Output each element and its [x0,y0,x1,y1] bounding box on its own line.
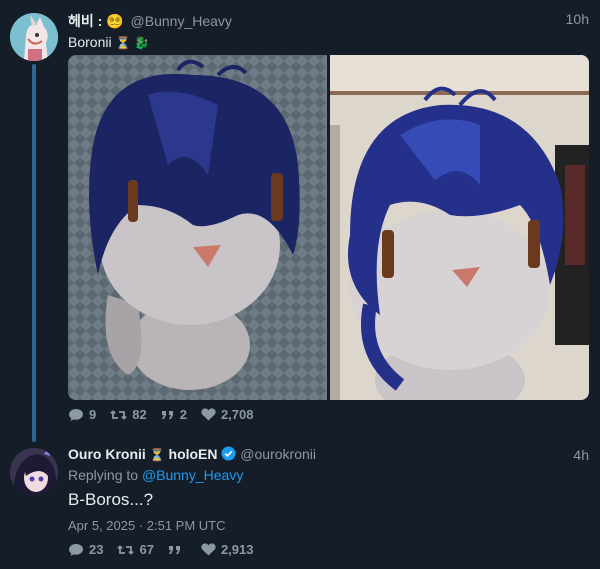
tweet-text: B-Boros...? [68,490,154,509]
like-count: 2,708 [220,407,254,422]
reply-count: 23 [89,542,104,557]
author-handle[interactable]: @Bunny_Heavy [131,13,232,29]
retweet-count: 67 [139,542,154,557]
replying-to-label: Replying to [68,467,139,483]
hourglass-icon: ⏳ [149,448,165,462]
retweet-button[interactable]: 82 [110,407,147,422]
quote-button[interactable]: 2 [161,407,187,422]
reply-icon [69,543,83,556]
author-name[interactable]: 헤비 : [68,13,102,29]
tweet-media[interactable] [68,55,589,400]
tweet-text-row: Boronii ⏳ 🐉 [68,34,149,50]
tweet-stats: 9 82 2 2,708 [68,407,267,422]
tweet-date[interactable]: Apr 5, 2025 · 2:51 PM UTC [68,518,226,533]
author-name-suffix[interactable]: holoEN [169,446,218,462]
like-button[interactable]: 2,913 [201,542,254,557]
photo-right[interactable] [330,55,589,400]
tweet-time[interactable]: 4h [573,447,589,463]
author-handle[interactable]: @ourokronii [240,446,316,462]
avatar-ourokronii[interactable] [10,448,58,496]
avatar-bunny-heavy[interactable] [10,13,58,61]
verified-icon [221,446,236,461]
quote-icon [161,410,173,419]
tweet-header: 헤비 : 😵‍💫 @Bunny_Heavy [68,11,232,31]
quote-icon [168,545,180,554]
like-icon [201,408,216,421]
like-button[interactable]: 2,708 [201,407,254,422]
dragon-icon: 🐉 [134,36,150,50]
like-count: 2,913 [220,542,254,557]
tweet-header: Ouro Kronii ⏳ holoEN @ourokronii [68,446,316,462]
tweet-time[interactable]: 10h [566,11,589,27]
quote-button[interactable] [168,544,187,556]
replying-to: Replying to @Bunny_Heavy [68,467,243,483]
retweet-icon [117,544,135,555]
tweet-original[interactable]: 헤비 : 😵‍💫 @Bunny_Heavy 10h Boronii ⏳ 🐉 [0,0,600,442]
tweet-text: Boronii [68,34,112,50]
retweet-button[interactable]: 67 [117,542,154,557]
tweet-stats: 23 67 2,913 [68,542,267,557]
dizzy-face-emoji-icon: 😵‍💫 [106,13,124,29]
replying-to-handle-link[interactable]: @Bunny_Heavy [142,467,243,483]
reply-count: 9 [89,407,97,422]
like-icon [201,543,216,556]
quote-count: 2 [179,407,187,422]
photo-left[interactable] [68,55,327,400]
author-name[interactable]: Ouro Kronii [68,446,146,462]
reply-button[interactable]: 23 [68,542,103,557]
thread-line [32,64,36,442]
reply-button[interactable]: 9 [68,407,96,422]
hourglass-icon: ⏳ [115,36,131,50]
retweet-count: 82 [132,407,147,422]
retweet-icon [110,409,127,420]
tweet-reply[interactable]: Ouro Kronii ⏳ holoEN @ourokronii 4h Repl… [0,440,600,569]
reply-icon [69,408,83,421]
